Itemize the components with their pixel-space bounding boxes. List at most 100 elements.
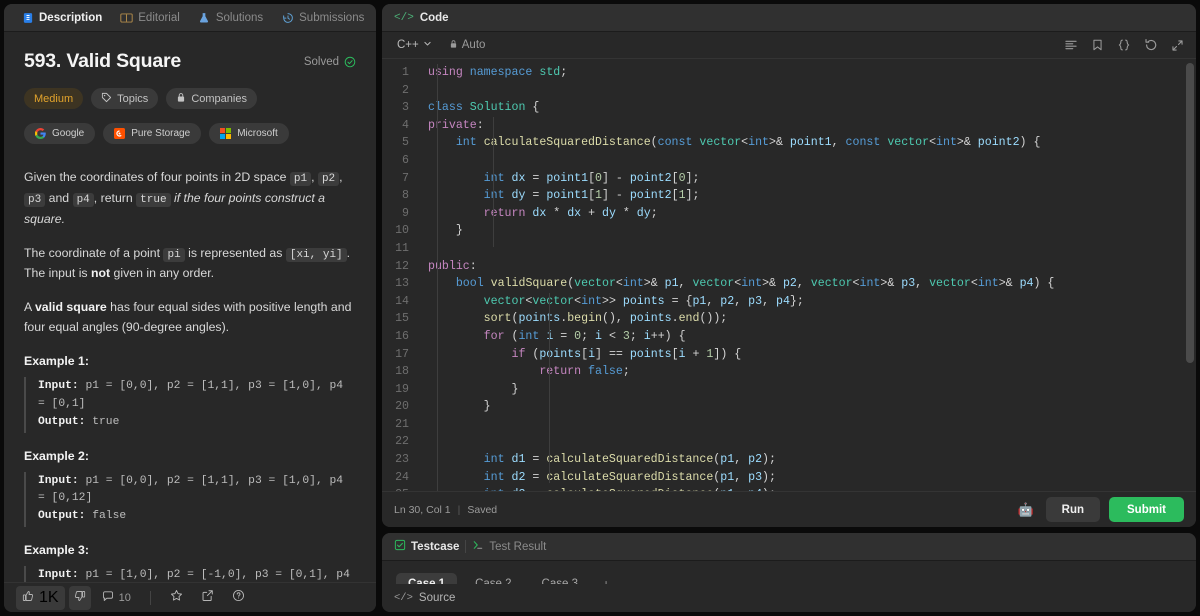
input-label: Input: <box>38 474 79 487</box>
code-line-text: int d3 = calculateSquaredDistance(p1, p4… <box>420 486 1196 491</box>
code-token: end <box>678 312 700 326</box>
code-line: 6 <box>382 152 1196 170</box>
code-token: int <box>936 136 957 150</box>
code-token: 0 <box>595 171 602 185</box>
lock-icon <box>176 92 186 106</box>
run-button[interactable]: Run <box>1045 497 1101 522</box>
code-line-text: int dx = point1[0] - point2[0]; <box>420 170 1196 188</box>
testcase-body: Case 1 Case 2 Case 3 + </> Source <box>382 561 1196 612</box>
curly-braces-icon[interactable] <box>1117 38 1131 52</box>
code-line: 9 return dx * dx + dy * dy; <box>382 205 1196 223</box>
code-editor[interactable]: 1 using namespace std; 2 3 class Solution {4… <box>382 59 1196 491</box>
code-line-text: return dx * dx + dy * dy; <box>420 205 1196 223</box>
code-token: sort <box>483 312 512 326</box>
code-token: p1 <box>720 470 735 484</box>
code-token: Solution <box>469 101 526 115</box>
desc-text: is represented as <box>184 245 286 260</box>
code-token: + <box>581 206 602 220</box>
favorite-button[interactable] <box>163 586 190 610</box>
purestorage-logo <box>114 128 126 139</box>
tab-testcase[interactable]: Testcase <box>394 539 459 554</box>
tab-submissions[interactable]: Submissions <box>272 4 373 32</box>
topics-button[interactable]: Topics <box>91 88 159 109</box>
description-paragraph-1: Given the coordinates of four points in … <box>24 168 356 230</box>
comment-icon <box>102 590 114 605</box>
autocomplete-toggle[interactable]: Auto <box>449 39 485 52</box>
expand-icon[interactable] <box>1171 39 1184 52</box>
desc-text: A <box>24 300 35 315</box>
difficulty-badge[interactable]: Medium <box>24 88 84 109</box>
tab-editorial[interactable]: Editorial <box>111 4 189 32</box>
companies-label: Companies <box>191 92 247 105</box>
thumbs-down-icon <box>74 589 86 607</box>
code-token: ; <box>629 329 644 343</box>
code-token: dy <box>636 206 651 220</box>
problem-content-scroll[interactable]: 593. Valid Square Solved Medium Topics C… <box>4 32 376 612</box>
submit-button[interactable]: Submit <box>1109 497 1184 522</box>
company-tag-pure-storage[interactable]: Pure Storage <box>103 123 202 144</box>
code-line: 16 for (int i = 0; i < 3; i++) { <box>382 328 1196 346</box>
code-token: i <box>588 347 596 361</box>
example-title: Example 3: <box>24 543 89 558</box>
comments-button[interactable]: 10 <box>95 587 138 608</box>
ai-assistant-icon[interactable]: 🤖 <box>1017 502 1033 518</box>
code-token: = <box>525 189 547 203</box>
code-token: int <box>741 277 763 291</box>
language-selector[interactable]: C++ <box>392 37 437 53</box>
code-token: , <box>734 488 748 491</box>
bookmark-icon[interactable] <box>1091 38 1104 52</box>
tab-test-result-label: Test Result <box>489 540 547 553</box>
output-value: true <box>85 415 120 428</box>
code-line-text <box>420 433 1196 451</box>
code-token: calculateSquaredDistance <box>546 470 714 484</box>
code-token: p4 <box>1019 277 1034 291</box>
code-token: . <box>671 312 679 326</box>
code-token: ) { <box>1019 136 1041 150</box>
saved-status: Saved <box>467 503 498 516</box>
company-tag-microsoft[interactable]: Microsoft <box>209 123 289 144</box>
code-true: true <box>136 192 171 207</box>
tab-test-result[interactable]: Test Result <box>472 539 546 554</box>
cursor-position: Ln 30, Col 1 <box>394 503 451 516</box>
upvote-button[interactable]: 1K <box>16 585 65 610</box>
code-token: + <box>685 347 707 361</box>
code-panel: </> Code C++ Auto 1 using namespace std;… <box>382 4 1196 527</box>
tab-solutions-label: Solutions <box>215 11 264 24</box>
code-token: , <box>915 277 930 291</box>
code-line-text: for (int i = 0; i < 3; i++) { <box>420 328 1196 346</box>
topics-label: Topics <box>117 92 149 105</box>
tab-description[interactable]: Description <box>12 4 111 32</box>
companies-button[interactable]: Companies <box>166 88 257 109</box>
editor-status-bar: Ln 30, Col 1 | Saved 🤖 Run Submit <box>382 491 1196 527</box>
help-button[interactable] <box>225 586 252 610</box>
right-column: </> Code C++ Auto 1 using namespace std;… <box>382 4 1196 612</box>
line-number: 23 <box>395 453 409 467</box>
code-panel-header: </> Code <box>382 4 1196 32</box>
source-bar[interactable]: </> Source <box>382 584 1196 612</box>
code-token: vector <box>574 277 616 291</box>
code-token: ]; <box>685 189 700 203</box>
downvote-button[interactable] <box>68 585 91 610</box>
code-token: vector <box>929 277 971 291</box>
code-line: 22 <box>382 433 1196 451</box>
code-token: dy <box>511 189 526 203</box>
share-button[interactable] <box>194 586 221 610</box>
thumbs-up-icon <box>22 589 34 607</box>
code-token: , <box>734 453 749 467</box>
editor-scrollbar[interactable] <box>1186 63 1194 363</box>
company-tag-google[interactable]: Google <box>24 123 96 144</box>
reset-icon[interactable] <box>1144 38 1158 52</box>
desc-text: , return <box>93 190 137 205</box>
line-number: 6 <box>402 153 409 167</box>
line-number: 24 <box>395 470 409 484</box>
tab-testcase-label: Testcase <box>411 540 460 553</box>
format-lines-icon[interactable] <box>1064 38 1078 52</box>
code-line-text: sort(points.begin(), points.end()); <box>420 310 1196 328</box>
code-token: * <box>615 206 637 220</box>
code-line-text: int dy = point1[1] - point2[1]; <box>420 187 1196 205</box>
code-token: point1 <box>546 189 589 203</box>
tab-solutions[interactable]: Solutions <box>189 4 272 32</box>
code-line-text: return false; <box>420 363 1196 381</box>
